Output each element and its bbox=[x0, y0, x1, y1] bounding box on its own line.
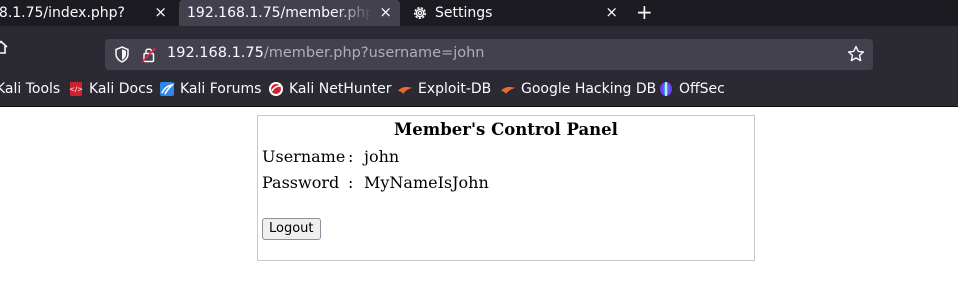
bookmark-label: Kali Tools bbox=[0, 81, 61, 97]
tab-label: Settings bbox=[435, 5, 493, 21]
exploit-db-icon bbox=[398, 87, 412, 94]
url-path: /member.php?username=john bbox=[263, 45, 485, 61]
password-value: MyNameIsJohn bbox=[364, 173, 489, 192]
panel-title: Member's Control Panel bbox=[394, 120, 618, 139]
password-label: Password bbox=[262, 173, 340, 192]
username-separator: : bbox=[348, 147, 354, 166]
url-text[interactable]: 192.168.1.75/member.php?username=john bbox=[167, 45, 485, 61]
tab-settings[interactable]: Settings × bbox=[404, 0, 626, 26]
bookmark-kali-docs[interactable]: </> Kali Docs bbox=[68, 81, 153, 97]
home-icon[interactable] bbox=[0, 40, 8, 54]
bookmark-offsec[interactable]: OffSec bbox=[658, 81, 725, 97]
tab-index[interactable]: 68.1.75/index.php? × bbox=[0, 0, 175, 26]
nethunter-icon bbox=[269, 82, 283, 96]
bookmark-kali-forums[interactable]: Kali Forums bbox=[159, 81, 261, 97]
tab-label: 192.168.1.75/member.php?username=john bbox=[187, 5, 372, 21]
shield-icon[interactable] bbox=[114, 46, 130, 63]
bookmark-google-hacking-db[interactable]: Google Hacking DB bbox=[500, 81, 656, 97]
tab-member[interactable]: 192.168.1.75/member.php?username=john × bbox=[179, 0, 400, 26]
username-value: john bbox=[364, 147, 400, 166]
new-tab-button[interactable]: + bbox=[636, 2, 653, 22]
bookmark-label: Exploit-DB bbox=[418, 81, 492, 97]
bookmark-kali-nethunter[interactable]: Kali NetHunter bbox=[268, 81, 391, 97]
bookmark-label: Kali NetHunter bbox=[289, 81, 392, 97]
ghdb-icon bbox=[501, 87, 515, 94]
tab-label: 68.1.75/index.php? bbox=[0, 5, 125, 21]
member-control-panel: Member's Control Panel Username: john Pas… bbox=[257, 115, 755, 261]
address-bar[interactable]: 192.168.1.75/member.php?username=john bbox=[105, 39, 873, 70]
username-label: Username bbox=[262, 147, 346, 166]
offsec-icon bbox=[660, 82, 672, 96]
url-host: 192.168.1.75 bbox=[167, 45, 264, 61]
bookmark-star-icon[interactable] bbox=[847, 45, 865, 63]
bookmarks-bar: Kali Tools </> Kali Docs Kali Forums Kal… bbox=[0, 71, 958, 107]
insecure-lock-icon[interactable] bbox=[141, 46, 157, 63]
close-tab-icon[interactable]: × bbox=[379, 3, 392, 21]
close-tab-icon[interactable]: × bbox=[605, 3, 618, 21]
bookmark-label: Kali Forums bbox=[180, 81, 262, 97]
svg-text:</>: </> bbox=[69, 86, 83, 94]
bookmark-label: Kali Docs bbox=[89, 81, 154, 97]
nav-bar: 192.168.1.75/member.php?username=john bbox=[0, 26, 958, 71]
bookmark-label: OffSec bbox=[679, 81, 725, 97]
username-row: Username: john bbox=[262, 147, 399, 166]
tab-strip: 68.1.75/index.php? × 192.168.1.75/member… bbox=[0, 0, 958, 26]
kali-docs-icon: </> bbox=[69, 82, 83, 96]
password-row: Password: MyNameIsJohn bbox=[262, 173, 489, 192]
kali-forums-icon bbox=[160, 82, 175, 96]
bookmark-exploit-db[interactable]: Exploit-DB bbox=[397, 81, 491, 97]
bookmark-kali-tools[interactable]: Kali Tools bbox=[0, 81, 60, 97]
logout-button[interactable]: Logout bbox=[262, 218, 321, 240]
password-separator: : bbox=[348, 173, 354, 192]
gear-icon bbox=[414, 7, 426, 19]
close-tab-icon[interactable]: × bbox=[154, 3, 167, 21]
bookmark-label: Google Hacking DB bbox=[521, 81, 657, 97]
